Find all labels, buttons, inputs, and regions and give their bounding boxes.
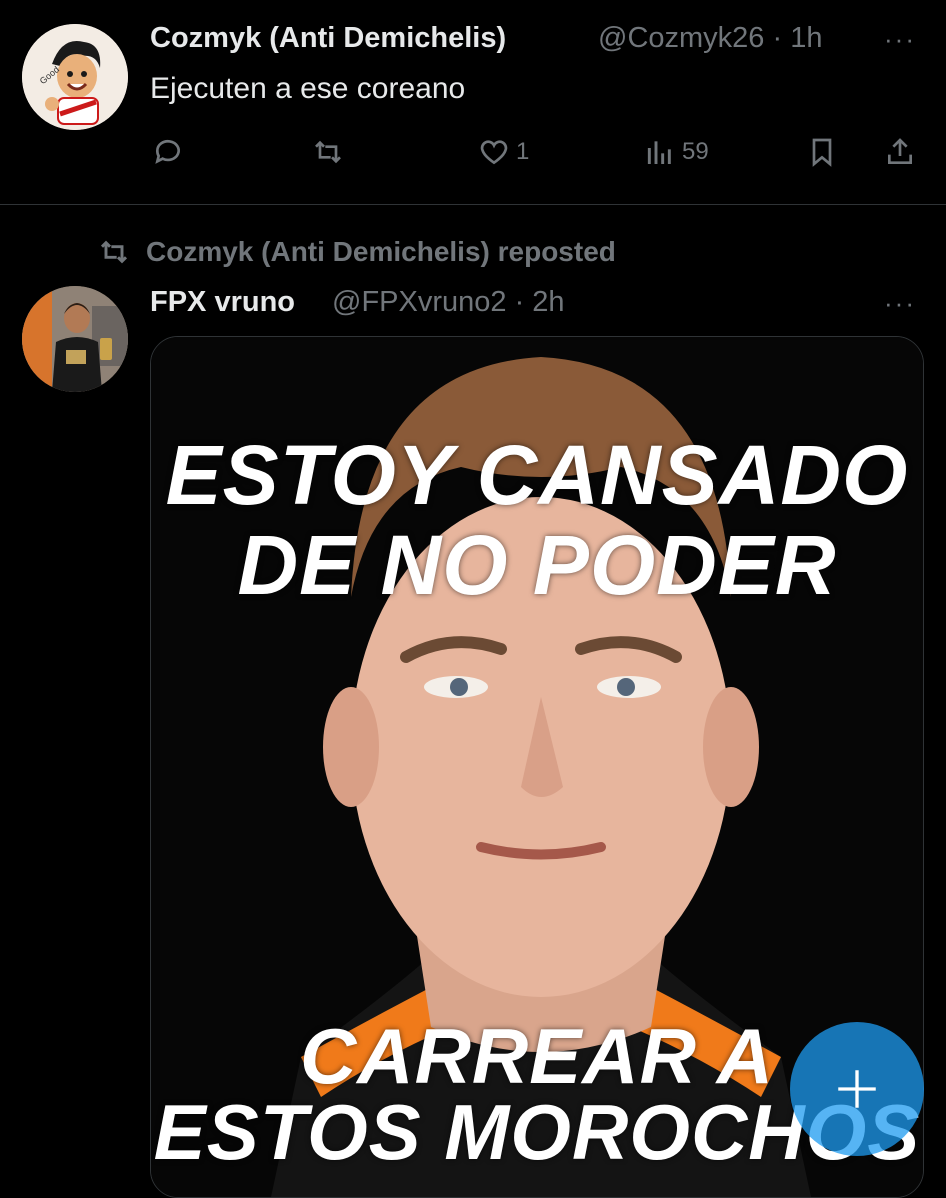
compose-fab-button[interactable]: [790, 1022, 924, 1156]
compose-plus-icon: [838, 1070, 876, 1108]
tweet2-handle-time[interactable]: @FPXvruno2 · 2h: [332, 286, 565, 319]
tweet-divider: [0, 204, 946, 205]
like-count: 1: [516, 138, 530, 165]
repost-button[interactable]: [312, 136, 350, 168]
bookmark-button[interactable]: [806, 136, 838, 168]
tweet2-more-icon[interactable]: ···: [884, 288, 916, 319]
bookmark-icon: [812, 138, 832, 167]
share-icon: [888, 138, 912, 164]
reply-icon: [155, 139, 180, 164]
repost-header-text: Cozmyk (Anti Demichelis) reposted: [146, 236, 616, 267]
views-button[interactable]: 59: [644, 136, 709, 168]
tweet1-more-icon[interactable]: ···: [884, 24, 916, 55]
meme-top-line-2: DE NO PODER: [237, 518, 837, 612]
tweet1-text: Ejecuten a ese coreano: [150, 72, 466, 105]
share-button[interactable]: [884, 136, 916, 168]
cozmyk-avatar[interactable]: Good: [22, 24, 128, 130]
views-chart-icon: [647, 141, 671, 164]
tweet1-handle-time[interactable]: @Cozmyk26 · 1h: [598, 22, 822, 55]
tweet2-author-name[interactable]: FPX vruno: [150, 286, 295, 319]
repost-icon: [315, 140, 341, 164]
fpxvruno-avatar[interactable]: [22, 286, 128, 392]
repost-header[interactable]: Cozmyk (Anti Demichelis) reposted: [96, 236, 616, 268]
like-button[interactable]: 1: [478, 136, 529, 168]
views-count: 59: [682, 138, 709, 165]
heart-icon: [480, 140, 508, 165]
meme-top-line-1: ESTOY CANSADO: [165, 428, 909, 522]
tweet1-author-name[interactable]: Cozmyk (Anti Demichelis): [150, 22, 506, 55]
repost-small-icon: [100, 240, 128, 264]
reply-button[interactable]: [152, 136, 190, 168]
